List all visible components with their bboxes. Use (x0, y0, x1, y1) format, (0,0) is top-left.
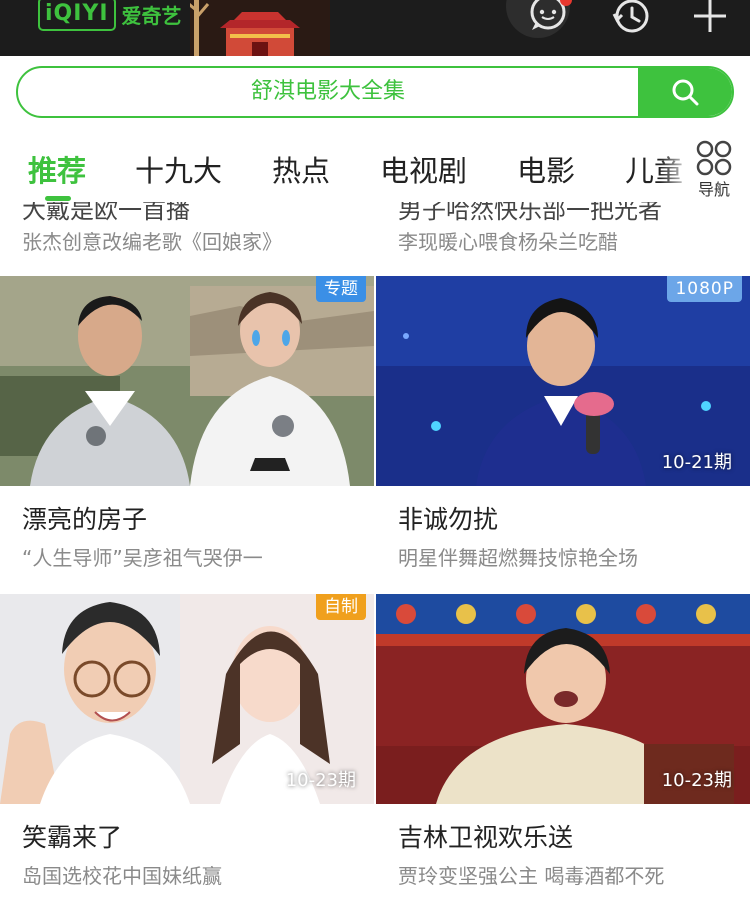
thumbnail-image (0, 276, 374, 486)
video-subtitle[interactable]: 岛国选校花中国妹纸赢 (22, 860, 222, 889)
category-tabs: 推荐 十九大 热点 电视剧 电影 儿童 导航 (0, 130, 750, 202)
video-subtitle[interactable]: 贾玲变坚强公主 喝毒酒都不死 (398, 860, 664, 889)
tab-tv-series[interactable]: 电视剧 (380, 148, 467, 190)
video-title[interactable]: 漂亮的房子 (22, 500, 147, 536)
search-bar[interactable]: 舒淇电影大全集 (16, 66, 734, 118)
previous-card-subtitle-left[interactable]: 张杰创意改编老歌《回娘家》 (22, 226, 282, 255)
nav-label: 导航 (697, 180, 730, 199)
tab-recommend[interactable]: 推荐 (28, 148, 86, 190)
iqiyi-logo[interactable]: iQIYI 爱奇艺 (38, 0, 182, 34)
resolution-badge: 1080P (667, 276, 742, 302)
video-thumbnail[interactable]: 自制 10-23期 (0, 594, 374, 804)
search-button[interactable] (638, 68, 732, 116)
search-input[interactable]: 舒淇电影大全集 (18, 68, 638, 116)
previous-card-subtitle-right[interactable]: 李现暖心喂食杨朵兰吃醋 (398, 226, 618, 255)
topic-badge: 专题 (316, 276, 366, 302)
plus-icon[interactable] (688, 0, 732, 40)
banner-decoration-image (190, 0, 330, 56)
tab-hot[interactable]: 热点 (272, 148, 330, 190)
logo-text: 爱奇艺 (121, 3, 182, 28)
active-tab-indicator (45, 196, 71, 201)
video-feed: 大戴是欧一首播 男子哈然快乐部一把光者 张杰创意改编老歌《回娘家》 李现暖心喂食… (0, 202, 750, 922)
video-title[interactable]: 笑霸来了 (22, 818, 122, 854)
grid-icon (696, 140, 732, 176)
video-thumbnail[interactable]: 1080P 10-21期 (376, 276, 750, 486)
original-badge: 自制 (316, 594, 366, 620)
logo-mark: iQIYI (38, 0, 116, 31)
video-title[interactable]: 吉林卫视欢乐送 (398, 818, 573, 854)
video-thumbnail[interactable]: 10-23期 (376, 594, 750, 804)
previous-card-title-right[interactable]: 男子哈然快乐部一把光者 (398, 202, 662, 225)
history-clock-icon[interactable] (606, 0, 656, 40)
previous-card-title-left[interactable]: 大戴是欧一首播 (22, 202, 190, 225)
video-title[interactable]: 非诚勿扰 (398, 500, 498, 536)
tab-movies[interactable]: 电影 (517, 148, 575, 190)
nav-button[interactable]: 导航 (690, 136, 738, 200)
search-icon (672, 79, 699, 106)
tab-fade (660, 130, 692, 202)
tab-19th-congress[interactable]: 十九大 (135, 148, 222, 190)
chat-bubble-icon[interactable] (502, 0, 572, 40)
episode-label: 10-23期 (285, 770, 356, 791)
video-subtitle[interactable]: 明星伴舞超燃舞技惊艳全场 (398, 542, 638, 571)
episode-label: 10-23期 (661, 770, 732, 791)
top-header: iQIYI 爱奇艺 (0, 0, 750, 56)
episode-label: 10-21期 (661, 452, 732, 473)
video-subtitle[interactable]: “人生导师”吴彦祖气哭伊一 (22, 542, 263, 571)
video-thumbnail[interactable]: 专题 (0, 276, 374, 486)
